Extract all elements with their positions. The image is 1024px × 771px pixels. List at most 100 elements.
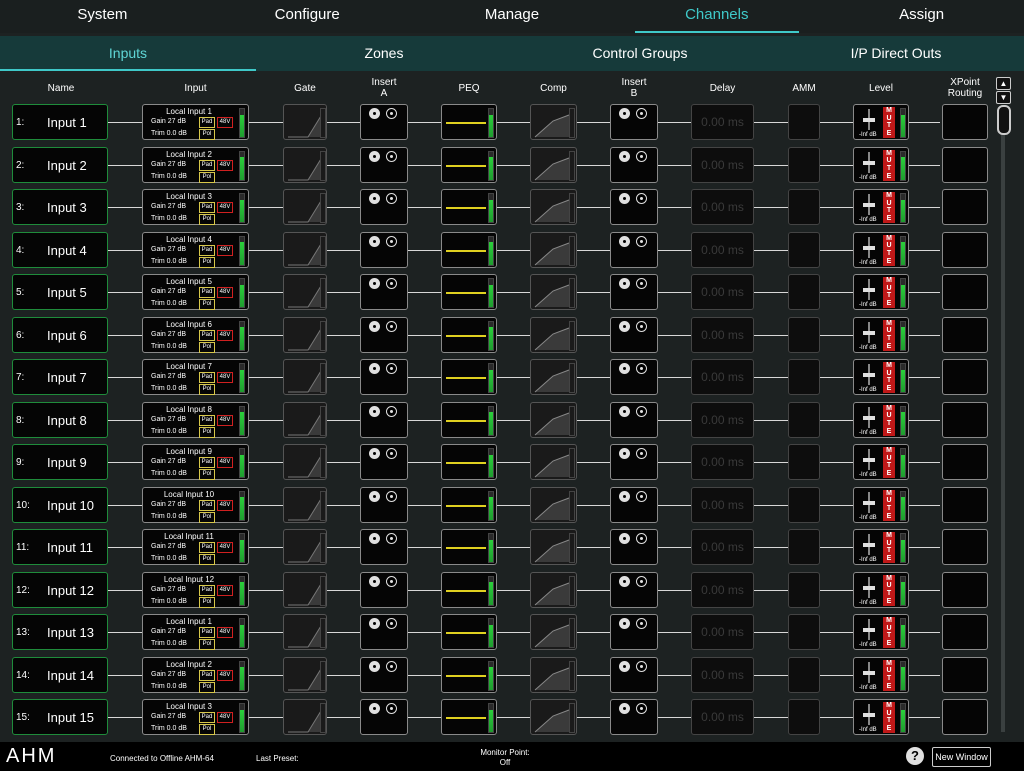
polarity-toggle[interactable]: Pol [199,129,215,140]
delay-box[interactable]: 0.00 ms [691,486,754,523]
scroll-thumb[interactable] [997,105,1011,135]
insert-a-box[interactable] [360,104,408,140]
xpoint-routing-box[interactable] [942,486,988,523]
delay-box[interactable]: 0.00 ms [691,316,754,353]
phantom-48v-toggle[interactable]: 48V [217,117,233,128]
delay-box[interactable]: 0.00 ms [691,529,754,565]
polarity-toggle[interactable]: Pol [199,554,215,565]
fader-knob[interactable] [863,288,875,292]
input-source-box[interactable]: Local Input 2 Gain 27 dB Trim 0.0 dB Pad Pol… [142,146,249,183]
insert-a-box[interactable] [360,486,408,523]
mute-button[interactable]: M U T E [883,192,895,223]
channel-name-box[interactable]: 7: Input 7 [12,359,108,395]
delay-box[interactable]: 0.00 ms [691,699,754,735]
phantom-48v-toggle[interactable]: 48V [217,287,233,298]
amm-box[interactable] [788,316,820,353]
phantom-48v-toggle[interactable]: 48V [217,329,233,341]
polarity-toggle[interactable]: Pol [199,639,215,650]
gate-box[interactable] [283,359,327,395]
amm-box[interactable] [788,189,820,225]
insert-a-box[interactable] [360,401,408,438]
mute-button[interactable]: M U T E [883,149,895,181]
fader-knob[interactable] [863,330,875,335]
mute-button[interactable]: M U T E [883,574,895,606]
insert-b-box[interactable] [610,231,658,268]
phantom-48v-toggle[interactable]: 48V [217,669,233,681]
phantom-48v-toggle[interactable]: 48V [217,372,233,383]
fader-knob[interactable] [863,415,875,420]
insert-a-box[interactable] [360,656,408,693]
phantom-48v-toggle[interactable]: 48V [217,457,233,468]
xpoint-routing-box[interactable] [942,699,988,735]
mute-button[interactable]: M U T E [883,659,895,691]
peq-box[interactable] [441,359,497,395]
input-source-box[interactable]: Local Input 4 Gain 27 dB Trim 0.0 dB Pad Pol… [142,231,249,268]
pad-toggle[interactable]: Pad [199,414,215,426]
phantom-48v-toggle[interactable]: 48V [217,584,233,596]
channel-name-box[interactable]: 6: Input 6 [12,316,108,353]
insert-b-box[interactable] [610,189,658,225]
comp-box[interactable] [530,104,577,140]
peq-box[interactable] [441,189,497,225]
insert-b-box[interactable] [610,486,658,523]
polarity-toggle[interactable]: Pol [199,299,215,310]
gate-box[interactable] [283,189,327,225]
level-box[interactable]: -Inf dB M U T E [853,231,909,268]
gate-box[interactable] [283,571,327,608]
peq-box[interactable] [441,529,497,565]
gate-box[interactable] [283,656,327,693]
peq-box[interactable] [441,401,497,438]
subtab-inputs[interactable]: Inputs [0,36,256,71]
insert-b-box[interactable] [610,571,658,608]
insert-a-box[interactable] [360,146,408,183]
level-box[interactable]: -Inf dB M U T E [853,189,909,225]
delay-box[interactable]: 0.00 ms [691,614,754,650]
peq-box[interactable] [441,571,497,608]
level-box[interactable]: -Inf dB M U T E [853,401,909,438]
phantom-48v-toggle[interactable]: 48V [217,499,233,511]
subtab-zones[interactable]: Zones [256,36,512,71]
pad-toggle[interactable]: Pad [199,117,215,128]
fader-knob[interactable] [863,160,875,165]
insert-b-box[interactable] [610,316,658,353]
level-box[interactable]: -Inf dB M U T E [853,656,909,693]
delay-box[interactable]: 0.00 ms [691,444,754,480]
comp-box[interactable] [530,274,577,310]
fader-knob[interactable] [863,373,875,377]
gate-box[interactable] [283,529,327,565]
peq-box[interactable] [441,444,497,480]
delay-box[interactable]: 0.00 ms [691,571,754,608]
xpoint-routing-box[interactable] [942,401,988,438]
amm-box[interactable] [788,359,820,395]
channel-name-box[interactable]: 4: Input 4 [12,231,108,268]
insert-a-box[interactable] [360,359,408,395]
fader-knob[interactable] [863,628,875,632]
fader-knob[interactable] [863,245,875,250]
delay-box[interactable]: 0.00 ms [691,274,754,310]
input-source-box[interactable]: Local Input 9 Gain 27 dB Trim 0.0 dB Pad Pol… [142,444,249,480]
polarity-toggle[interactable]: Pol [199,469,215,480]
fader-knob[interactable] [863,500,875,505]
level-box[interactable]: -Inf dB M U T E [853,529,909,565]
peq-box[interactable] [441,486,497,523]
gate-box[interactable] [283,444,327,480]
level-box[interactable]: -Inf dB M U T E [853,699,909,735]
channel-name-box[interactable]: 10: Input 10 [12,486,108,523]
delay-box[interactable]: 0.00 ms [691,146,754,183]
delay-box[interactable]: 0.00 ms [691,104,754,140]
tab-manage[interactable]: Manage [410,0,615,33]
xpoint-routing-box[interactable] [942,571,988,608]
channel-name-box[interactable]: 12: Input 12 [12,571,108,608]
comp-box[interactable] [530,486,577,523]
xpoint-routing-box[interactable] [942,231,988,268]
subtab-control-groups[interactable]: Control Groups [512,36,768,71]
channel-name-box[interactable]: 9: Input 9 [12,444,108,480]
xpoint-routing-box[interactable] [942,444,988,480]
pad-toggle[interactable]: Pad [199,202,215,213]
channel-name-box[interactable]: 3: Input 3 [12,189,108,225]
scroll-down-button[interactable]: ▼ [996,91,1011,104]
mute-button[interactable]: M U T E [883,702,895,733]
polarity-toggle[interactable]: Pol [199,341,215,353]
peq-box[interactable] [441,656,497,693]
delay-box[interactable]: 0.00 ms [691,401,754,438]
